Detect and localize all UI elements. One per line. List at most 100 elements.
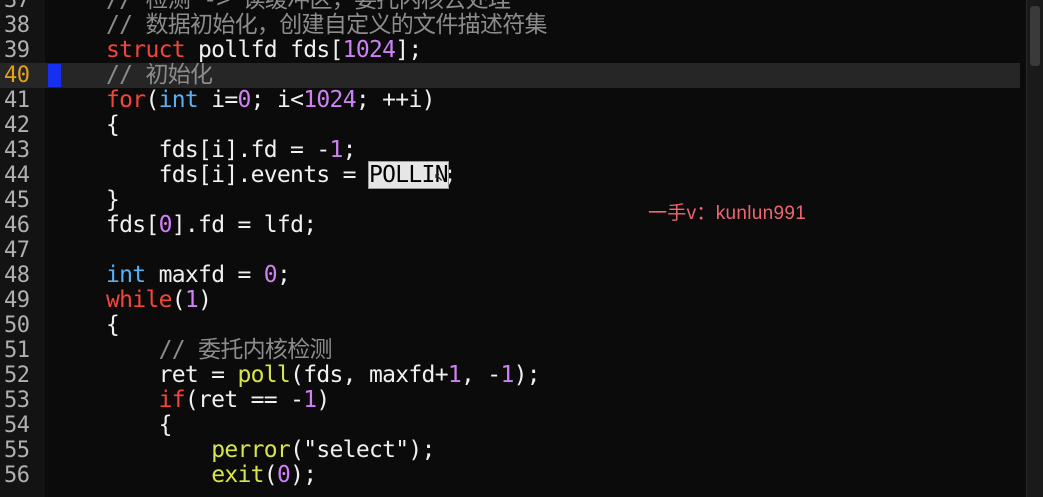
line-code[interactable]: fds[i].events = POLLIN↖; bbox=[106, 161, 457, 189]
line-code[interactable]: struct pollfd fds[1024]; bbox=[106, 38, 422, 63]
code-token: exit bbox=[211, 462, 264, 488]
code-line[interactable]: 46 fds[0].fd = lfd; bbox=[0, 212, 1020, 239]
code-token: 1024 bbox=[342, 37, 396, 63]
code-line[interactable]: 53 if(ret == -1) bbox=[0, 387, 1020, 414]
code-line[interactable]: 44 fds[i].events = POLLIN↖; bbox=[0, 161, 1020, 189]
line-code[interactable]: // 初始化 bbox=[106, 63, 213, 88]
code-token: 0 bbox=[276, 462, 291, 488]
code-token: ; bbox=[442, 162, 457, 188]
line-number: 52 bbox=[4, 363, 30, 388]
line-code[interactable]: perror("select"); bbox=[106, 438, 435, 463]
code-token: if bbox=[158, 387, 186, 413]
line-code[interactable]: { bbox=[106, 412, 173, 438]
line-code[interactable]: exit(0); bbox=[106, 462, 317, 488]
line-number: 43 bbox=[4, 138, 30, 163]
line-code[interactable]: { bbox=[106, 113, 120, 138]
code-line[interactable]: 47 bbox=[0, 238, 1020, 263]
line-code[interactable]: // 委托内核检测 bbox=[106, 337, 333, 363]
code-token: ) bbox=[316, 387, 330, 413]
code-line[interactable]: 51 // 委托内核检测 bbox=[0, 337, 1020, 364]
code-line[interactable]: 49 while(1) bbox=[0, 287, 1020, 314]
code-token: ret = bbox=[106, 362, 238, 388]
line-code[interactable]: fds[i].fd = -1; bbox=[106, 137, 357, 163]
line-number: 44 bbox=[4, 163, 30, 188]
code-line[interactable]: 45} bbox=[0, 187, 1020, 214]
code-token: ; i< bbox=[250, 87, 304, 113]
code-token: for bbox=[106, 87, 146, 113]
code-line[interactable]: 39 struct pollfd fds[1024]; bbox=[0, 38, 1020, 64]
line-number: 47 bbox=[4, 238, 30, 263]
code-token: fds[i].fd = - bbox=[106, 137, 331, 163]
code-token: maxfd = bbox=[145, 262, 264, 288]
code-line[interactable]: 41 for(int i=0; i<1024; ++i) bbox=[0, 88, 1020, 114]
code-token: 1 bbox=[329, 137, 344, 163]
vertical-scrollbar[interactable] bbox=[1026, 0, 1043, 497]
code-line-current[interactable]: 40 // 初始化 bbox=[0, 63, 1020, 88]
code-token: fds[i].events = bbox=[106, 162, 369, 188]
code-token: i= bbox=[198, 87, 238, 113]
code-token: struct bbox=[106, 37, 186, 63]
code-token: ( bbox=[263, 462, 278, 488]
code-token: 1 bbox=[184, 287, 199, 313]
code-token: } bbox=[106, 187, 120, 213]
line-number: 46 bbox=[4, 213, 30, 238]
code-line[interactable]: 56 exit(0); bbox=[0, 462, 1020, 489]
code-token: ( bbox=[171, 287, 186, 313]
line-code[interactable]: if(ret == -1) bbox=[106, 387, 331, 413]
code-token: pollfd fds[ bbox=[184, 37, 343, 63]
code-editor[interactable]: 37// 检测 -> 读缓冲区，委托内核去处理 38// 数据初始化，创建自定义的… bbox=[0, 0, 1043, 497]
code-token: ].fd = lfd; bbox=[171, 212, 317, 238]
line-number: 49 bbox=[4, 288, 30, 313]
line-number: 55 bbox=[4, 438, 30, 463]
line-number: 53 bbox=[4, 388, 30, 413]
code-token: 1024 bbox=[303, 87, 356, 113]
code-line[interactable]: 43 fds[i].fd = -1; bbox=[0, 137, 1020, 164]
code-token: ); bbox=[408, 437, 435, 463]
line-code[interactable]: ret = poll(fds, maxfd+1, -1); bbox=[106, 362, 541, 388]
code-line[interactable]: 52 ret = poll(fds, maxfd+1, -1); bbox=[0, 362, 1020, 389]
code-token: ); bbox=[290, 462, 317, 488]
line-code[interactable]: fds[0].fd = lfd; bbox=[106, 212, 317, 238]
line-number: 45 bbox=[4, 188, 30, 213]
code-token: // 委托内核检测 bbox=[106, 337, 333, 363]
line-number: 40 bbox=[4, 63, 30, 88]
code-token: 1 bbox=[447, 362, 462, 388]
line-code[interactable]: while(1) bbox=[106, 287, 212, 313]
code-line[interactable]: 42 { bbox=[0, 113, 1020, 139]
line-code[interactable]: int maxfd = 0; bbox=[106, 262, 291, 288]
line-code[interactable]: } bbox=[106, 187, 120, 213]
code-token: int bbox=[158, 87, 199, 113]
breakpoint-marker[interactable] bbox=[48, 64, 61, 87]
code-token: ); bbox=[513, 362, 541, 388]
code-line[interactable]: 38 // 数据初始化，创建自定义的文件描述符集 bbox=[0, 13, 1020, 39]
code-token: fds[ bbox=[106, 212, 159, 238]
code-token: ) bbox=[198, 287, 212, 313]
code-token: poll bbox=[237, 362, 291, 388]
code-token: , - bbox=[461, 362, 501, 388]
code-line[interactable]: 48 int maxfd = 0; bbox=[0, 262, 1020, 289]
code-token: "select" bbox=[303, 437, 409, 463]
line-number: 51 bbox=[4, 338, 30, 363]
line-number: 38 bbox=[4, 13, 30, 38]
scrollbar-thumb[interactable] bbox=[1030, 6, 1040, 66]
line-number: 37 bbox=[4, 0, 30, 13]
code-token: { bbox=[106, 412, 173, 438]
code-token: ; bbox=[342, 137, 357, 163]
line-code[interactable]: { bbox=[106, 313, 120, 338]
code-token: 1 bbox=[303, 387, 317, 413]
code-token: 0 bbox=[237, 87, 252, 113]
code-token: 1 bbox=[500, 362, 514, 388]
line-number: 56 bbox=[4, 463, 30, 488]
code-token: while bbox=[106, 287, 172, 313]
mouse-pointer-icon: ↖ bbox=[433, 166, 444, 185]
code-line[interactable]: 55 perror("select"); bbox=[0, 438, 1020, 464]
code-token: int bbox=[106, 262, 146, 288]
line-number: 39 bbox=[4, 38, 30, 63]
code-line[interactable]: 50 { bbox=[0, 313, 1020, 339]
line-code[interactable]: for(int i=0; i<1024; ++i) bbox=[106, 88, 435, 113]
line-code[interactable]: // 数据初始化，创建自定义的文件描述符集 bbox=[106, 13, 548, 38]
line-number: 54 bbox=[4, 413, 30, 438]
code-line[interactable]: 54 { bbox=[0, 412, 1020, 439]
